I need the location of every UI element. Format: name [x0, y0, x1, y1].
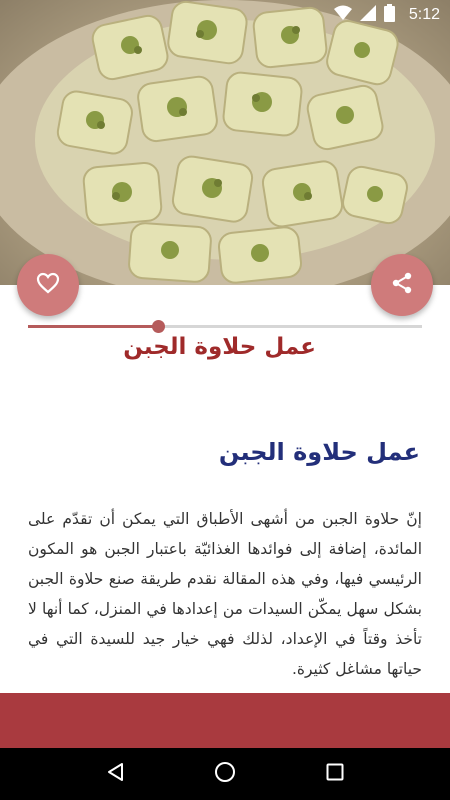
dessert-illustration — [0, 0, 450, 285]
heart-outline-icon — [36, 272, 60, 298]
home-button[interactable] — [205, 754, 245, 794]
article-body: إنّ حلاوة الجبن من أشهى الأطباق التي يمك… — [28, 510, 422, 678]
bottom-band — [0, 693, 450, 748]
status-bar: 5:12 — [0, 0, 450, 30]
back-triangle-icon — [106, 762, 124, 786]
cell-signal-icon — [359, 5, 376, 25]
progress-thumb[interactable] — [152, 320, 166, 333]
article-heading: عمل حلاوة الجبن — [218, 438, 420, 466]
share-icon — [390, 271, 414, 299]
favorite-button[interactable] — [17, 254, 79, 316]
page-title: عمل حلاوة الجبن — [123, 334, 316, 360]
share-button[interactable] — [371, 254, 433, 316]
back-button[interactable] — [95, 754, 135, 794]
battery-icon — [383, 4, 395, 26]
navigation-bar — [0, 748, 450, 800]
progress-fill — [28, 325, 159, 328]
wifi-icon — [333, 5, 352, 25]
hero-image — [0, 0, 450, 285]
status-time: 5:12 — [408, 6, 440, 23]
recents-button[interactable] — [315, 754, 355, 794]
reading-progress-slider[interactable] — [28, 320, 422, 333]
home-circle-icon — [214, 761, 236, 787]
recents-square-icon — [326, 763, 344, 785]
